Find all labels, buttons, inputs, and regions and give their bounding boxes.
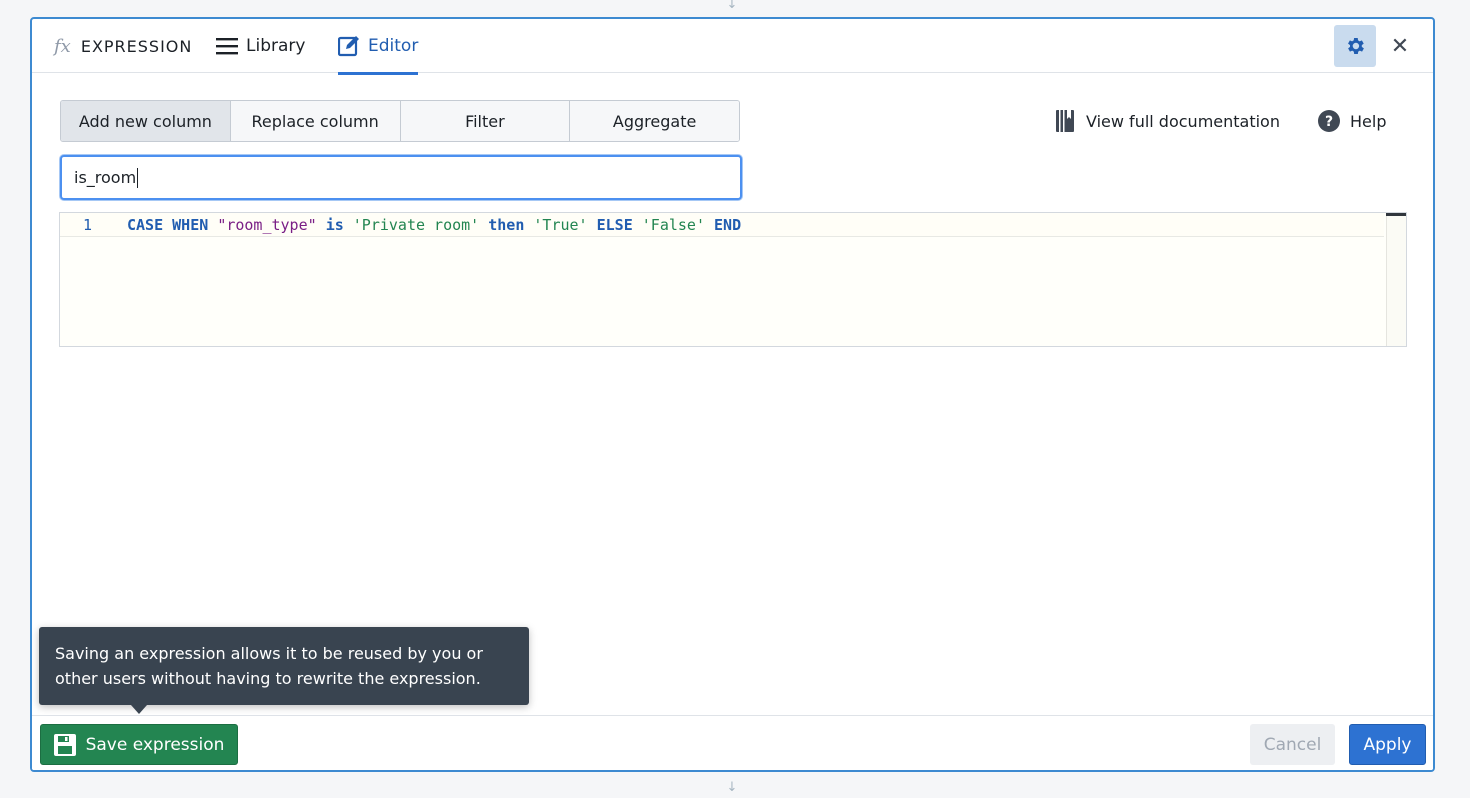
- scrollbar-thumb[interactable]: [1386, 213, 1406, 216]
- save-expression-label: Save expression: [85, 734, 225, 755]
- tab-editor-label: Editor: [368, 36, 419, 56]
- help-icon: ?: [1318, 110, 1340, 132]
- edit-icon: [338, 36, 359, 57]
- token-end: END: [714, 215, 742, 234]
- panel-title-label: EXPRESSION: [80, 36, 193, 56]
- apply-button[interactable]: Apply: [1349, 724, 1426, 765]
- tooltip-arrow: [131, 705, 147, 714]
- close-button[interactable]: ✕: [1384, 25, 1416, 67]
- floppy-disk-icon: [53, 733, 76, 756]
- help-link[interactable]: ? Help: [1318, 100, 1386, 142]
- book-icon: [1056, 110, 1074, 132]
- token-value-private-room: 'Private room': [352, 215, 480, 234]
- code-editor[interactable]: 1 CASE WHEN "room_type" is 'Private room…: [59, 212, 1407, 347]
- function-icon: fx: [54, 35, 71, 57]
- token-else: ELSE: [596, 215, 633, 234]
- editor-scrollbar[interactable]: [1386, 213, 1406, 346]
- token-column: "room_type": [217, 215, 317, 234]
- tab-library[interactable]: Library: [216, 19, 305, 73]
- panel-footer: Save expression Cancel Apply: [32, 715, 1433, 770]
- view-documentation-link[interactable]: View full documentation: [1056, 100, 1280, 142]
- mode-replace-column[interactable]: Replace column: [230, 101, 401, 141]
- token-case: CASE: [127, 215, 164, 234]
- column-name-input[interactable]: is_room: [60, 155, 742, 200]
- code-line[interactable]: 1 CASE WHEN "room_type" is 'Private room…: [60, 213, 1384, 237]
- save-expression-button[interactable]: Save expression: [40, 724, 238, 765]
- line-number: 1: [82, 215, 93, 234]
- cancel-button[interactable]: Cancel: [1250, 724, 1335, 765]
- gear-icon: [1348, 38, 1364, 54]
- token-true: 'True': [533, 215, 588, 234]
- tab-editor[interactable]: Editor: [338, 19, 419, 75]
- token-false: 'False': [641, 215, 705, 234]
- list-icon: [216, 38, 238, 55]
- tab-library-label: Library: [246, 36, 306, 56]
- token-is: is: [325, 215, 344, 234]
- mode-filter[interactable]: Filter: [400, 101, 571, 141]
- connector-arrow-bottom-icon: ↓: [726, 780, 738, 795]
- settings-button[interactable]: [1334, 25, 1376, 67]
- panel-header: fx EXPRESSION Library Editor ✕: [32, 19, 1433, 75]
- panel-title: fx EXPRESSION: [54, 19, 192, 73]
- connector-arrow-top-icon: ↓: [726, 0, 738, 12]
- svg-text:?: ?: [1325, 114, 1333, 130]
- close-icon: ✕: [1390, 33, 1410, 59]
- tooltip-line-2: other users without having to rewrite th…: [55, 669, 481, 688]
- column-name-value: is_room: [74, 168, 137, 187]
- token-when: WHEN: [172, 215, 209, 234]
- view-documentation-label: View full documentation: [1086, 111, 1280, 131]
- help-label: Help: [1350, 111, 1387, 131]
- mode-segmented-control: Add new column Replace column Filter Agg…: [60, 100, 740, 142]
- mode-add-new-column[interactable]: Add new column: [61, 101, 231, 141]
- token-then: then: [488, 215, 525, 234]
- text-caret: [137, 167, 139, 188]
- code-text: CASE WHEN "room_type" is 'Private room' …: [127, 216, 741, 234]
- mode-aggregate[interactable]: Aggregate: [570, 101, 739, 141]
- tooltip-line-1: Saving an expression allows it to be reu…: [55, 644, 483, 663]
- save-expression-tooltip: Saving an expression allows it to be reu…: [39, 627, 529, 705]
